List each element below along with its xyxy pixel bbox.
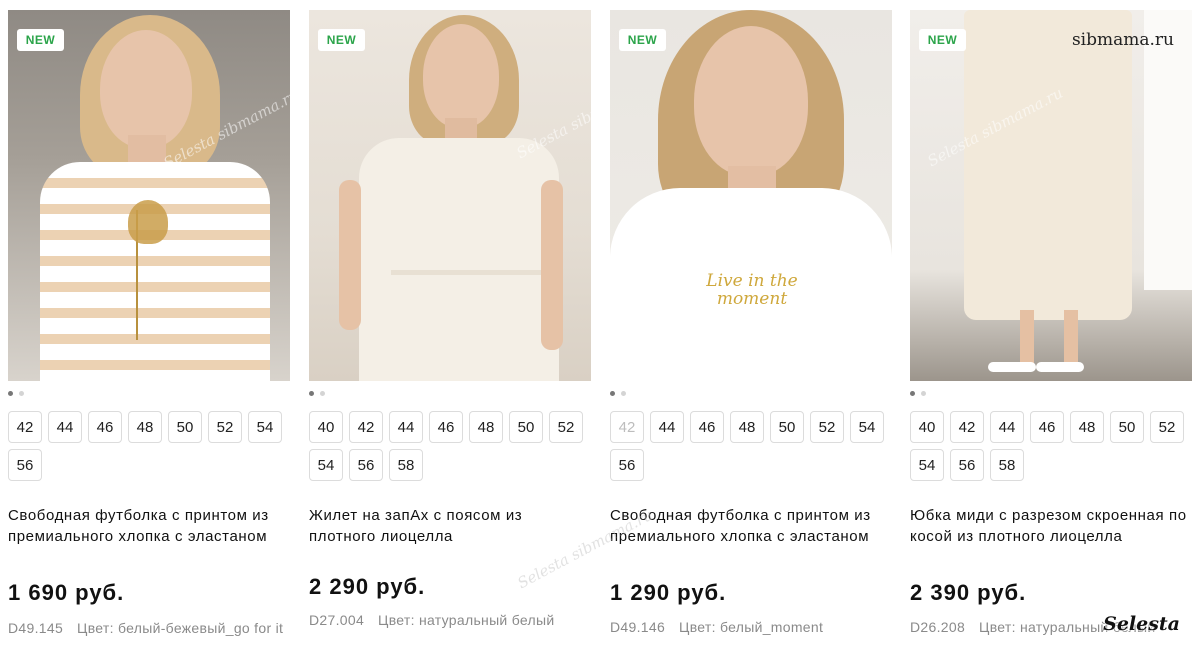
size-option[interactable]: 48	[730, 411, 764, 443]
size-option[interactable]: 52	[1150, 411, 1184, 443]
size-option[interactable]: 56	[610, 449, 644, 481]
product-price: 1 690 руб.	[8, 580, 125, 605]
photo-pagination[interactable]	[8, 391, 24, 397]
new-badge: NEW	[318, 29, 365, 51]
size-option[interactable]: 54	[248, 411, 282, 443]
product-sku: D49.146	[610, 619, 666, 635]
size-option[interactable]: 58	[389, 449, 423, 481]
size-option[interactable]: 44	[990, 411, 1024, 443]
pagination-dot[interactable]	[309, 391, 314, 396]
pagination-dot[interactable]	[610, 391, 615, 396]
product-card[interactable]: Selesta sibmama.ru NEW 42 44 46 48 50 52…	[8, 0, 290, 653]
new-badge: NEW	[619, 29, 666, 51]
pagination-dot[interactable]	[19, 391, 24, 396]
pagination-dot[interactable]	[921, 391, 926, 396]
size-option[interactable]: 44	[650, 411, 684, 443]
size-option[interactable]: 50	[168, 411, 202, 443]
product-price: 2 290 руб.	[309, 574, 426, 599]
product-sku: D49.145	[8, 620, 64, 636]
pagination-dot[interactable]	[320, 391, 325, 396]
size-list: 40 42 44 46 48 50 52 54 56 58	[910, 411, 1192, 481]
size-option[interactable]: 40	[309, 411, 343, 443]
size-option[interactable]: 52	[810, 411, 844, 443]
site-watermark: sibmama.ru	[1071, 30, 1174, 50]
product-sku: D27.004	[309, 612, 365, 628]
corner-watermark: Selesta	[1103, 613, 1180, 635]
size-option[interactable]: 40	[910, 411, 944, 443]
product-color: Цвет: белый_moment	[679, 619, 824, 635]
product-sku: D26.208	[910, 619, 966, 635]
size-option[interactable]: 42	[950, 411, 984, 443]
size-option[interactable]: 42	[349, 411, 383, 443]
product-card[interactable]: Live in the moment Selesta sibmama.ru NE…	[515, 0, 892, 653]
model-figure: Live in the moment	[610, 10, 892, 381]
print-text: Live in the moment	[706, 271, 798, 309]
product-price: 1 290 руб.	[610, 580, 727, 605]
product-photo[interactable]: Selesta sibmama.ru NEW	[309, 10, 591, 381]
size-option[interactable]: 44	[48, 411, 82, 443]
pagination-dot[interactable]	[621, 391, 626, 396]
new-badge: NEW	[17, 29, 64, 51]
model-figure	[910, 10, 1192, 381]
size-list: 42 44 46 48 50 52 54 56	[8, 411, 290, 481]
product-grid: Selesta sibmama.ru NEW 42 44 46 48 50 52…	[0, 0, 1200, 653]
size-option[interactable]: 52	[208, 411, 242, 443]
new-badge: NEW	[919, 29, 966, 51]
product-name[interactable]: Свободная футболка с принтом из премиаль…	[610, 505, 892, 547]
pagination-dot[interactable]	[8, 391, 13, 396]
size-option[interactable]: 46	[429, 411, 463, 443]
size-option[interactable]: 54	[910, 449, 944, 481]
size-option[interactable]: 54	[850, 411, 884, 443]
photo-pagination[interactable]	[309, 391, 325, 397]
product-color: Цвет: белый-бежевый_go for it	[77, 620, 284, 636]
model-figure	[309, 10, 591, 381]
model-figure	[8, 10, 290, 381]
size-option[interactable]: 52	[549, 411, 583, 443]
product-meta: D49.145 Цвет: белый-бежевый_go for it	[8, 620, 298, 637]
pagination-dot[interactable]	[910, 391, 915, 396]
product-photo[interactable]: Live in the moment Selesta sibmama.ru NE…	[610, 10, 892, 381]
size-option[interactable]: 50	[1110, 411, 1144, 443]
product-card[interactable]: Selesta sibmama.ru sibmama.ru NEW 40 42 …	[910, 0, 1192, 653]
photo-pagination[interactable]	[610, 391, 626, 397]
size-option[interactable]: 58	[990, 449, 1024, 481]
size-option[interactable]: 56	[349, 449, 383, 481]
product-card[interactable]: Selesta sibmama.ru NEW 40 42 44 46 48 50…	[309, 0, 591, 653]
product-color: Цвет: натуральный белый	[378, 612, 555, 628]
size-option[interactable]: 46	[690, 411, 724, 443]
size-option[interactable]: 54	[309, 449, 343, 481]
size-list: 42 44 46 48 50 52 54 56	[610, 411, 892, 481]
size-option[interactable]: 46	[88, 411, 122, 443]
size-option-unavailable: 42	[610, 411, 644, 443]
product-photo[interactable]: Selesta sibmama.ru NEW	[8, 10, 290, 381]
product-price: 2 390 руб.	[910, 580, 1027, 605]
size-option[interactable]: 56	[8, 449, 42, 481]
size-option[interactable]: 50	[770, 411, 804, 443]
size-option[interactable]: 50	[509, 411, 543, 443]
size-option[interactable]: 46	[1030, 411, 1064, 443]
size-list: 40 42 44 46 48 50 52 54 56 58	[309, 411, 591, 481]
product-name[interactable]: Свободная футболка с принтом из премиаль…	[8, 505, 290, 547]
product-meta: D49.146 Цвет: белый_moment	[610, 619, 900, 636]
size-option[interactable]: 42	[8, 411, 42, 443]
size-option[interactable]: 48	[1070, 411, 1104, 443]
size-option[interactable]: 48	[128, 411, 162, 443]
product-name[interactable]: Жилет на запАх с поясом из плотного лиоц…	[309, 505, 591, 547]
size-option[interactable]: 44	[389, 411, 423, 443]
product-photo[interactable]: Selesta sibmama.ru sibmama.ru NEW	[910, 10, 1192, 381]
size-option[interactable]: 48	[469, 411, 503, 443]
size-option[interactable]: 56	[950, 449, 984, 481]
product-name[interactable]: Юбка миди с разрезом скроенная по косой …	[910, 505, 1192, 547]
photo-pagination[interactable]	[910, 391, 926, 397]
product-meta: D27.004 Цвет: натуральный белый	[309, 612, 599, 629]
